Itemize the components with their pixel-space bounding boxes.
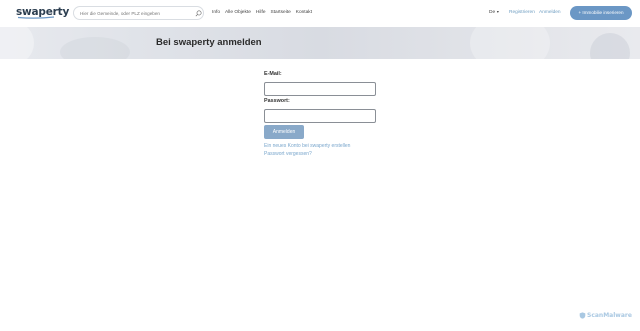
main-nav: Info Alle Objekte Hilfe Startseite Konta… bbox=[212, 10, 312, 15]
register-link[interactable]: Registrieren bbox=[509, 10, 535, 15]
email-label: E-Mail: bbox=[264, 71, 282, 77]
add-property-button[interactable]: + Immobilie inserieren bbox=[570, 6, 632, 20]
nav-item-help[interactable]: Hilfe bbox=[256, 10, 266, 15]
hero-decoration bbox=[470, 27, 550, 59]
nav-item-contact[interactable]: Kontakt bbox=[296, 10, 312, 15]
hero-decoration bbox=[590, 33, 630, 59]
logo-underline-icon bbox=[17, 16, 55, 19]
hero-decoration bbox=[60, 37, 130, 59]
location-search bbox=[73, 6, 204, 20]
nav-item-all-objects[interactable]: Alle Objekte bbox=[225, 10, 251, 15]
login-submit-button[interactable]: Anmelden bbox=[264, 125, 304, 139]
hero-decoration bbox=[0, 27, 34, 59]
email-field[interactable] bbox=[264, 82, 376, 96]
language-label: De bbox=[489, 10, 496, 15]
caret-down-icon: ▼ bbox=[496, 10, 500, 14]
password-label: Passwort: bbox=[264, 98, 290, 104]
site-header: swaperty Info Alle Objekte Hilfe Startse… bbox=[0, 0, 640, 27]
watermark-text: ScanMalware bbox=[587, 312, 632, 319]
nav-item-home[interactable]: Startseite bbox=[271, 10, 291, 15]
search-icon[interactable] bbox=[195, 10, 202, 17]
password-field[interactable] bbox=[264, 109, 376, 123]
forgot-password-link[interactable]: Passwort vergessen? bbox=[264, 151, 312, 157]
page-title: Bei swaperty anmelden bbox=[156, 37, 262, 48]
language-selector[interactable]: De▼ bbox=[489, 10, 500, 15]
create-account-link[interactable]: Ein neues Konto bei swaperty erstellen bbox=[264, 143, 350, 149]
login-link[interactable]: Anmelden bbox=[539, 10, 561, 15]
shield-icon bbox=[579, 312, 586, 319]
scanmalware-watermark: ScanMalware bbox=[579, 312, 632, 319]
search-input[interactable] bbox=[80, 8, 190, 19]
nav-item-info[interactable]: Info bbox=[212, 10, 220, 15]
page-hero: Bei swaperty anmelden bbox=[0, 27, 640, 59]
